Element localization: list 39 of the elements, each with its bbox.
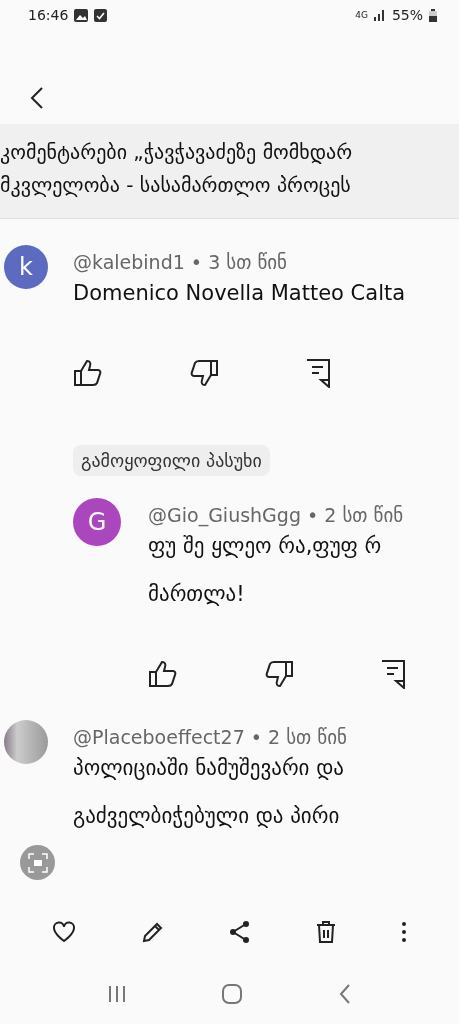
comment-text: Domenico Novella Matteo Calta — [73, 280, 407, 307]
avatar[interactable]: k — [4, 245, 48, 289]
scan-icon — [27, 852, 48, 873]
comment-author-time: @Gio_GiushGgg • 2 სთ წინ — [148, 504, 405, 526]
banner-text: მკვლელობა - სასამართლო პროცეს — [0, 172, 352, 199]
thumbs-down-icon[interactable] — [264, 660, 294, 688]
battery-percent: 55% — [391, 7, 423, 23]
more-options-button[interactable] — [400, 921, 407, 943]
avatar[interactable]: G — [73, 498, 121, 546]
chevron-left-icon — [30, 86, 44, 110]
signal-icon — [373, 9, 386, 21]
edit-button[interactable] — [140, 920, 165, 944]
comment-author-time: @Placeboeffect27 • 2 სთ წინ — [73, 726, 348, 748]
comment-text: გაძველბიჭებული და პირი — [73, 803, 341, 830]
favorite-button[interactable] — [52, 921, 77, 943]
status-time: 16:46 — [28, 7, 69, 23]
recent-apps-button[interactable] — [108, 985, 127, 1003]
reply-comment-icon[interactable] — [380, 659, 406, 689]
back-button[interactable] — [30, 86, 44, 110]
thumbs-down-icon[interactable] — [189, 359, 219, 387]
battery-icon — [429, 8, 437, 22]
avatar-photo-placeholder[interactable] — [4, 720, 48, 764]
comment-text: მართლა! — [148, 581, 246, 608]
share-button[interactable] — [229, 920, 252, 944]
delete-button[interactable] — [316, 920, 337, 944]
thumbs-up-icon[interactable] — [148, 660, 178, 688]
comment-text: პოლიციაში ნამუშევარი და — [73, 755, 345, 782]
reply-comment-icon[interactable] — [305, 358, 331, 388]
highlighted-reply-label: გამოყოფილი პასუხი — [73, 445, 270, 476]
image-notification-icon — [74, 8, 89, 22]
banner-text: კომენტარები „ჭავჭავაძეზე მომხდარ — [0, 139, 354, 166]
back-nav-button[interactable] — [338, 984, 351, 1004]
home-button[interactable] — [222, 984, 243, 1004]
comment-text: ფუ შე ყლეო რა,ფუფ რ — [148, 533, 383, 560]
thumbs-up-icon[interactable] — [73, 359, 103, 387]
image-scan-button[interactable] — [20, 845, 55, 880]
comment-author-time: @kalebind1 • 3 სთ წინ — [73, 251, 289, 273]
network-type: 4G — [355, 10, 368, 20]
checkbox-notification-icon — [94, 8, 108, 22]
